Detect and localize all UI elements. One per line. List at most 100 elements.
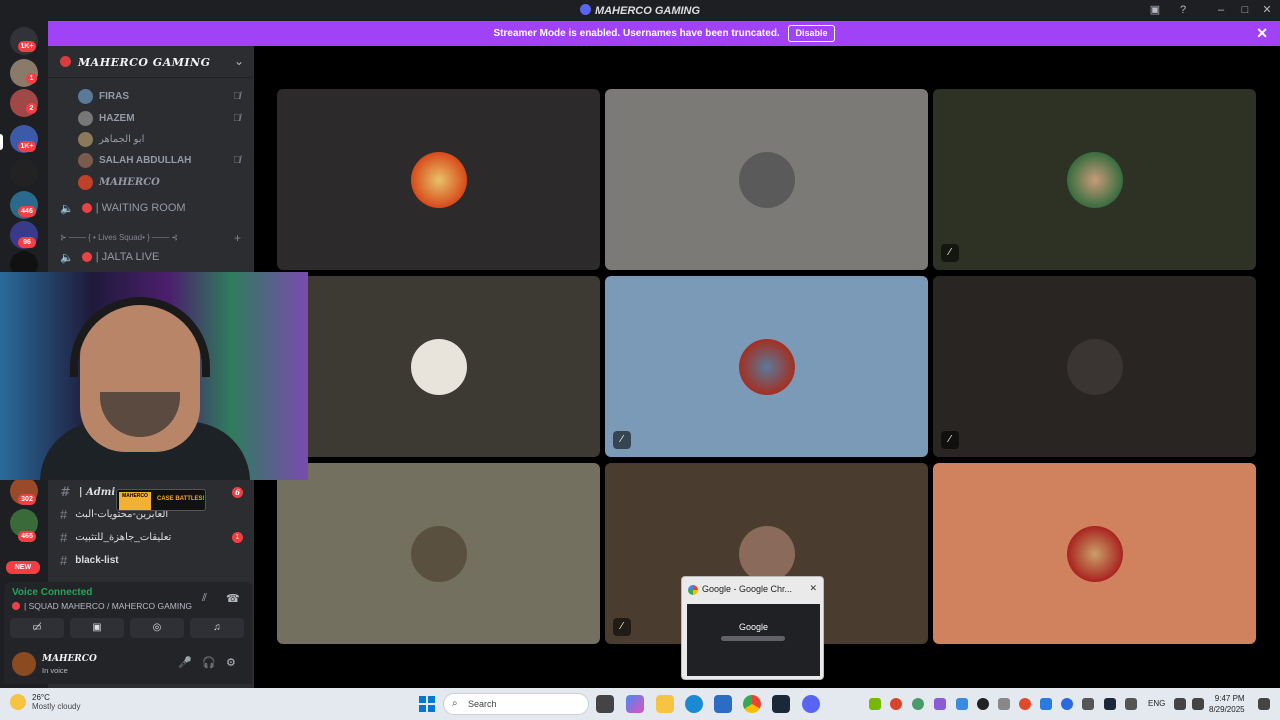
participant-tile[interactable]: [933, 463, 1256, 644]
tray-app-icon[interactable]: [890, 698, 902, 710]
tray-app-icon[interactable]: [977, 698, 989, 710]
task-view-icon[interactable]: [596, 695, 614, 713]
voice-connection-panel: Voice Connected | SQUAD MAHERCO / MAHERC…: [4, 582, 252, 646]
speaker-icon: 🔈: [60, 251, 74, 264]
nvidia-icon[interactable]: [869, 698, 881, 710]
close-preview-icon[interactable]: ✕: [809, 583, 817, 594]
server-boost-icon: [60, 56, 71, 67]
voice-user-name: FIRAS: [99, 90, 129, 102]
microphone-icon[interactable]: 🎤: [178, 656, 192, 669]
server-icon[interactable]: [10, 159, 38, 187]
red-dot-icon: [12, 602, 20, 610]
muted-mic-icon: 🎙̸: [233, 154, 241, 166]
tray-app-icon[interactable]: [912, 698, 924, 710]
participant-tile[interactable]: [277, 276, 600, 457]
discord-icon[interactable]: [802, 695, 820, 713]
preview-thumbnail[interactable]: Google: [687, 604, 820, 676]
muted-mic-icon: ⁄: [941, 431, 959, 449]
soundboard-button[interactable]: ♫: [190, 618, 244, 638]
gear-icon[interactable]: ⚙: [226, 656, 236, 669]
category-name: ⊱ ─── { • Lives Squad• } ─── ⊰: [60, 233, 178, 242]
avatar: [1066, 338, 1123, 395]
help-icon[interactable]: ?: [1176, 3, 1190, 17]
participant-tile[interactable]: [277, 89, 600, 270]
system-clock[interactable]: 9:47 PM 8/29/2025: [1209, 693, 1245, 715]
category-lives-squad[interactable]: ⊱ ─── { • Lives Squad• } ─── ⊰ +: [60, 231, 245, 245]
voice-user-salah[interactable]: SALAH ABDULLAH 🎙̸: [78, 151, 241, 169]
channel-name: | Admi: [78, 486, 116, 498]
avatar: [410, 338, 467, 395]
voice-user-name: SALAH ABDULLAH: [99, 154, 192, 166]
taskbar-search[interactable]: ⌕ Search: [443, 693, 589, 715]
tray-app-icon[interactable]: [998, 698, 1010, 710]
red-dot-icon: [81, 252, 92, 262]
close-window-button[interactable]: ✕: [1260, 3, 1274, 17]
tray-app-icon[interactable]: [1040, 698, 1052, 710]
text-channel-admin[interactable]: # | Admi 6: [60, 483, 243, 501]
avatar: [78, 131, 93, 147]
participant-tile[interactable]: ⁄: [605, 276, 928, 457]
server-header[interactable]: MAHERCO GAMING ⌄: [48, 46, 254, 78]
microphone-icon[interactable]: [1125, 698, 1137, 710]
camera-off-button[interactable]: ▭̸: [10, 618, 64, 638]
screen-share-button[interactable]: ▣: [70, 618, 124, 638]
voice-channel-link[interactable]: | SQUAD MAHERCO / MAHERCO GAMING: [12, 601, 192, 611]
close-banner-icon[interactable]: ✕: [1256, 21, 1268, 46]
voice-user-hazem[interactable]: HAZEM 🎙̸: [78, 109, 241, 127]
participant-tile[interactable]: [277, 463, 600, 644]
bluetooth-icon[interactable]: [1061, 698, 1073, 710]
hash-icon: #: [60, 484, 71, 500]
weather-widget[interactable]: 26°C Mostly cloudy: [10, 693, 80, 711]
minimize-button[interactable]: –: [1214, 3, 1228, 17]
tray-app-icon[interactable]: [1082, 698, 1094, 710]
tray-app-icon[interactable]: [956, 698, 968, 710]
file-explorer-icon[interactable]: [656, 695, 674, 713]
voice-user-firas[interactable]: FIRAS 🎙̸: [78, 87, 241, 105]
activities-button[interactable]: ◎: [130, 618, 184, 638]
voice-channel-waiting-room[interactable]: 🔈 | WAITING ROOM: [60, 199, 186, 217]
headphones-icon[interactable]: 🎧: [202, 656, 216, 669]
maximize-button[interactable]: □: [1238, 3, 1252, 17]
edge-icon[interactable]: [685, 695, 703, 713]
noise-suppression-icon[interactable]: ⫽: [202, 592, 207, 605]
text-channel-black-list[interactable]: # black-list: [60, 551, 119, 569]
steam-icon[interactable]: [772, 695, 790, 713]
start-button[interactable]: [419, 696, 435, 712]
voice-user-maherco[interactable]: MAHERCO: [78, 173, 160, 191]
notifications-icon[interactable]: [1258, 698, 1270, 710]
tray-app-icon[interactable]: [934, 698, 946, 710]
disable-streamer-mode-button[interactable]: Disable: [788, 25, 835, 42]
copilot-icon[interactable]: [626, 695, 644, 713]
avatar: [1066, 525, 1123, 582]
weather-icon: [10, 694, 26, 710]
avatar: [738, 525, 795, 582]
language-indicator[interactable]: ENG: [1148, 699, 1165, 708]
add-channel-icon[interactable]: +: [234, 231, 241, 245]
inbox-icon[interactable]: ▣: [1148, 3, 1162, 17]
participant-tile[interactable]: ⁄: [933, 276, 1256, 457]
voice-channel-jalta-live[interactable]: 🔈 | JALTA LIVE: [60, 248, 159, 266]
windows-taskbar: 26°C Mostly cloudy ⌕ Search ENG 9:47 PM 8…: [0, 688, 1280, 720]
disconnect-icon[interactable]: ☎: [226, 592, 240, 605]
network-icon[interactable]: [1174, 698, 1186, 710]
text-channel-arabic-2[interactable]: # تعليقات_جاهزة_للتثبيت 1: [60, 528, 243, 546]
steam-tray-icon[interactable]: [1104, 698, 1116, 710]
chevron-down-icon[interactable]: ⌄: [234, 54, 244, 68]
unread-badge: 465: [18, 531, 36, 542]
google-logo: Google: [738, 622, 769, 632]
volume-icon[interactable]: [1192, 698, 1204, 710]
avatar: [1066, 151, 1123, 208]
preview-title: Google - Google Chr...: [702, 584, 793, 594]
taskbar-window-preview[interactable]: Google - Google Chr... ✕ Google: [681, 576, 824, 680]
search-icon: ⌕: [452, 698, 458, 709]
voice-user-arabic[interactable]: ابو الجماهر: [78, 130, 144, 148]
participant-tile[interactable]: ⁄: [933, 89, 1256, 270]
participant-tile[interactable]: [605, 89, 928, 270]
store-icon[interactable]: [714, 695, 732, 713]
tray-app-icon[interactable]: [1019, 698, 1031, 710]
avatar: [78, 88, 93, 104]
avatar[interactable]: [12, 652, 36, 676]
chrome-icon[interactable]: [743, 695, 761, 713]
weather-temp: 26°C: [32, 693, 50, 702]
voice-user-name: MAHERCO: [99, 176, 160, 188]
